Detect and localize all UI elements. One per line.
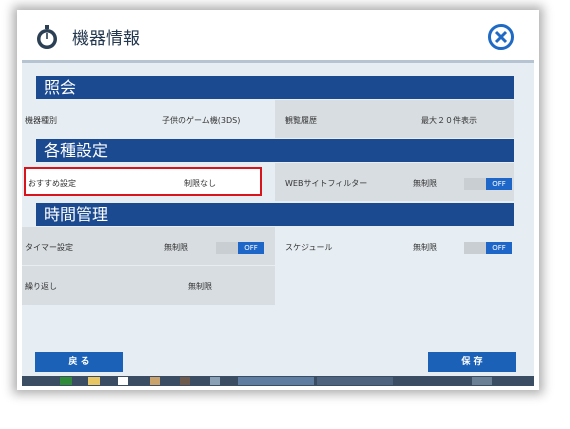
- timer-label: タイマー設定: [25, 243, 73, 252]
- timer-toggle[interactable]: OFF: [216, 242, 264, 254]
- section-settings-header: 各種設定: [36, 139, 514, 162]
- window-title: 機器情報: [72, 29, 140, 49]
- taskbar-window-button[interactable]: [238, 377, 314, 385]
- taskbar-window-button[interactable]: [317, 377, 393, 385]
- close-icon: [494, 30, 508, 44]
- back-button[interactable]: 戻 る: [35, 352, 123, 372]
- section-inquiry-header: 照会: [36, 76, 514, 99]
- save-button[interactable]: 保 存: [428, 352, 516, 372]
- stopwatch-icon: [37, 25, 57, 49]
- timer-row: タイマー設定 無制限 OFF: [22, 227, 275, 265]
- web-filter-toggle[interactable]: OFF: [464, 178, 512, 190]
- title-bar: 機器情報: [22, 14, 534, 63]
- web-filter-toggle-label: OFF: [486, 178, 512, 190]
- keyboard-icon[interactable]: [472, 377, 492, 385]
- browse-history-value: 最大２０件表示: [421, 116, 477, 125]
- taskbar-app-icon[interactable]: [180, 377, 190, 385]
- timer-value: 無制限: [164, 243, 188, 252]
- repeat-label: 繰り返し: [25, 282, 57, 291]
- schedule-label: スケジュール: [285, 243, 333, 252]
- schedule-toggle-label: OFF: [486, 242, 512, 254]
- recommend-label: おすすめ設定: [28, 179, 76, 188]
- close-button[interactable]: [488, 24, 514, 50]
- timer-toggle-label: OFF: [238, 242, 264, 254]
- schedule-toggle[interactable]: OFF: [464, 242, 512, 254]
- schedule-row: スケジュール 無制限 OFF: [275, 227, 514, 265]
- browse-history-label: 観覧履歴: [285, 116, 317, 125]
- recommend-setting-row[interactable]: おすすめ設定 制限なし: [24, 167, 262, 196]
- folder-icon[interactable]: [88, 377, 100, 385]
- recommend-value: 制限なし: [184, 179, 216, 188]
- web-filter-value: 無制限: [413, 179, 437, 188]
- section-time-header: 時間管理: [36, 203, 514, 226]
- taskbar-app-icon[interactable]: [210, 377, 220, 385]
- repeat-row: 繰り返し 無制限: [22, 266, 275, 305]
- web-filter-row: WEBサイトフィルター 無制限 OFF: [275, 163, 514, 201]
- amazon-icon[interactable]: [118, 377, 128, 385]
- taskbar-app-icon[interactable]: [60, 377, 72, 385]
- web-filter-label: WEBサイトフィルター: [285, 179, 368, 188]
- device-type-row: 機器種別 子供のゲーム機(3DS): [22, 100, 275, 138]
- schedule-value: 無制限: [413, 243, 437, 252]
- taskbar: [22, 376, 534, 386]
- taskbar-app-icon[interactable]: [150, 377, 160, 385]
- device-info-window: 機器情報 照会 機器種別 子供のゲーム機(3DS) 観覧履歴 最大２０件表示 各…: [22, 14, 534, 386]
- device-type-value: 子供のゲーム機(3DS): [162, 116, 241, 125]
- device-type-label: 機器種別: [25, 116, 57, 125]
- repeat-value: 無制限: [188, 282, 212, 291]
- browse-history-row: 観覧履歴 最大２０件表示: [275, 100, 514, 138]
